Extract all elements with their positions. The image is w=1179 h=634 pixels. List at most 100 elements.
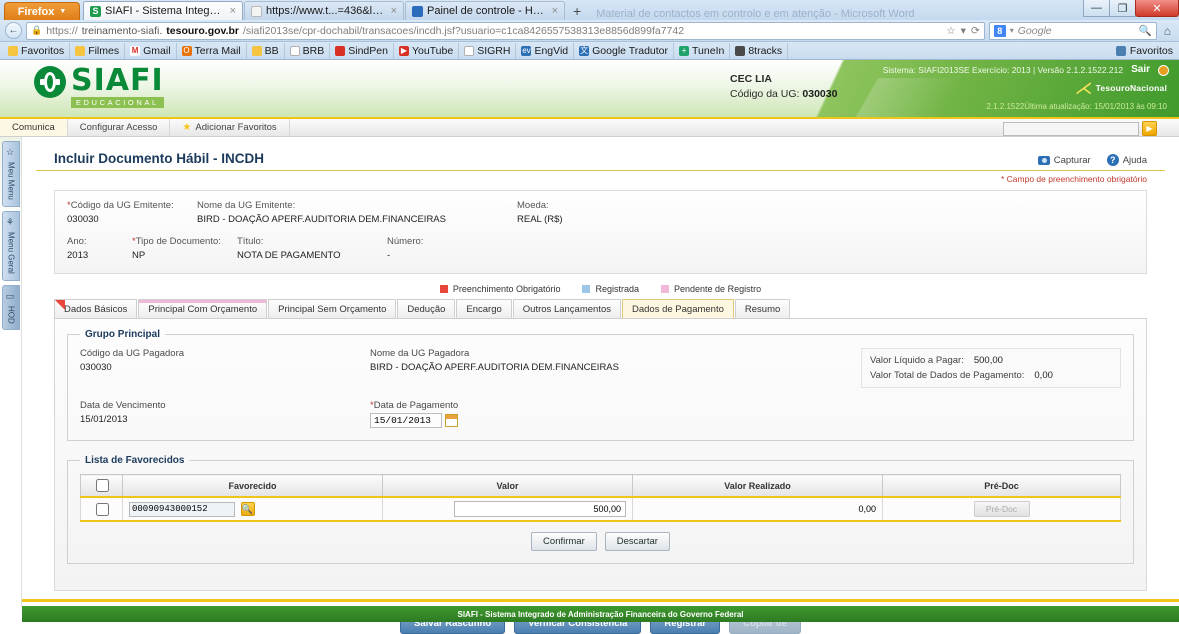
browser-tab-2[interactable]: Painel de controle - HOD 10 × [405, 1, 565, 20]
data-pagamento-input[interactable] [370, 413, 442, 428]
close-button[interactable]: ✕ [1135, 0, 1179, 17]
search-placeholder: Google [1017, 24, 1052, 37]
footer-divider [22, 599, 1179, 602]
rail-tab-menu-geral[interactable]: ⚘ Menu Geral [2, 210, 20, 281]
power-icon[interactable] [1158, 65, 1169, 76]
bookmarks-bar: Favoritos Filmes M Gmail O Terra Mail BB B… [0, 42, 1179, 60]
tab-principal-com-orcamento[interactable]: Principal Com Orçamento [138, 299, 268, 318]
nav-tab-comunica[interactable]: Comunica [0, 119, 68, 136]
home-icon[interactable]: ⌂ [1161, 24, 1174, 38]
bookmark-brb[interactable]: BRB [285, 42, 331, 59]
bookmark-youtube[interactable]: ▶ YouTube [394, 42, 460, 59]
bookmark-sigrh[interactable]: SIGRH [459, 42, 517, 59]
nav-tab-adicionar-favoritos[interactable]: ★ Adicionar Favoritos [170, 119, 290, 136]
descartar-button[interactable]: Descartar [604, 532, 670, 551]
favorecidos-button-row: Confirmar Descartar [80, 532, 1121, 551]
data-pagamento-input-group[interactable] [370, 413, 458, 428]
cell-pre-doc: Pré-Doc [882, 496, 1121, 522]
tab-principal-sem-orcamento[interactable]: Principal Sem Orçamento [268, 299, 397, 318]
address-bar[interactable]: 🔒 https://treinamento-siafi. tesouro.gov.… [26, 21, 985, 40]
calendar-icon[interactable] [445, 414, 458, 427]
nav-tab-label: Adicionar Favoritos [195, 122, 277, 133]
field-numero: Número: - [387, 236, 423, 261]
total-label: Valor Total de Dados de Pagamento: [870, 370, 1025, 381]
valor-input[interactable] [454, 501, 626, 517]
chevron-down-icon[interactable]: ▾ [961, 25, 966, 37]
column-favorecido: Favorecido [122, 474, 383, 498]
browser-tab-1[interactable]: https://www.t...=436&lang=pt × [244, 1, 404, 20]
maximize-button[interactable]: ❐ [1109, 0, 1136, 17]
bookmark-star-icon[interactable]: ☆ [946, 25, 955, 37]
left-rail: ☆ Meu Menu ⚘ Menu Geral ▭ HOD [0, 137, 22, 607]
field-label: Código da UG Pagadora [80, 348, 185, 359]
browser-tab-label: https://www.t...=436&lang=pt [266, 5, 385, 17]
bookmark-terra-mail[interactable]: O Terra Mail [177, 42, 247, 59]
table-header-row: Favorecido Valor Valor Realizado Pré-Doc [80, 474, 1121, 498]
bookmark-tunein[interactable]: + TuneIn [674, 42, 731, 59]
bookmark-google-tradutor[interactable]: 文 Google Tradutor [574, 42, 675, 59]
column-valor: Valor [382, 474, 633, 498]
blank-page-icon [464, 45, 475, 56]
magnifier-icon[interactable]: 🔍 [240, 502, 255, 516]
siafi-search-input[interactable] [1003, 121, 1139, 136]
nav-tab-configurar-acesso[interactable]: Configurar Acesso [68, 119, 171, 136]
siafi-icon: S [90, 5, 101, 17]
search-icon[interactable]: 🔍 [1139, 24, 1152, 37]
bookmark-label: Gmail [143, 44, 171, 57]
total-value: 500,00 [973, 355, 1003, 366]
legend-color-swatch [439, 285, 448, 293]
tab-outros-lancamentos[interactable]: Outros Lançamentos [512, 299, 621, 318]
legend-item-pendente: Pendente de Registro [661, 284, 761, 294]
legend-label: Pendente de Registro [674, 284, 762, 294]
favorecido-input[interactable] [129, 501, 235, 517]
browser-tab-0[interactable]: S SIAFI - Sistema Integrado de ... × [83, 1, 243, 20]
favorecidos-table: Favorecido Valor Valor Realizado Pré-Doc [80, 474, 1121, 522]
reload-icon[interactable]: ⟳ [971, 25, 980, 37]
siafi-logo[interactable]: SIAFI EDUCACIONAL [34, 66, 164, 108]
folder-icon [75, 45, 86, 56]
close-icon[interactable]: × [230, 5, 236, 17]
blank-page-icon [251, 5, 262, 17]
tab-encargo[interactable]: Encargo [456, 299, 512, 318]
pre-doc-button[interactable]: Pré-Doc [973, 501, 1030, 517]
firefox-menu-button[interactable]: Firefox ▼ [4, 2, 80, 20]
tree-icon: ⚘ [6, 217, 16, 228]
bookmark-favoritos[interactable]: Favoritos [3, 42, 71, 59]
bookmark-filmes[interactable]: Filmes [70, 42, 126, 59]
search-bar[interactable]: 8 ▾ Google 🔍 [988, 21, 1157, 40]
close-icon[interactable]: × [391, 5, 397, 17]
row-checkbox[interactable] [95, 502, 109, 516]
background-window-title: Material de contactos em controlo e em a… [596, 8, 915, 20]
back-button[interactable]: ← [5, 22, 22, 39]
bookmark-sindpen[interactable]: SindPen [330, 42, 394, 59]
bookmark-engvid[interactable]: ev EngVid [516, 42, 575, 59]
tab-deducao[interactable]: Dedução [397, 299, 456, 318]
capturar-button[interactable]: Capturar [1037, 155, 1091, 166]
tab-dados-basicos[interactable]: Dados Básicos [54, 299, 138, 318]
rail-tab-hod[interactable]: ▭ HOD [2, 284, 20, 331]
field-label: Data de Vencimento [80, 400, 166, 411]
rail-tab-meu-menu[interactable]: ☆ Meu Menu [2, 141, 20, 207]
confirmar-button[interactable]: Confirmar [531, 532, 597, 551]
bookmark-gmail[interactable]: M Gmail [125, 42, 177, 59]
legend-label: Registrada [595, 284, 640, 294]
minimize-button[interactable]: — [1083, 0, 1110, 17]
bookmark-bb[interactable]: BB [247, 42, 285, 59]
field-value: - [387, 250, 391, 261]
chevron-down-icon[interactable]: ▾ [1010, 26, 1014, 35]
new-tab-button[interactable]: + [566, 3, 588, 20]
tab-dados-de-pagamento[interactable]: Dados de Pagamento [621, 299, 734, 318]
logout-button[interactable]: Sair [1131, 64, 1150, 75]
field-nome-ug-emitente: Nome da UG Emitente: BIRD - DOAÇÃO APERF… [197, 200, 517, 225]
field-moeda: Moeda: REAL (R$) [517, 200, 563, 225]
bookmark-8tracks[interactable]: 8tracks [730, 42, 789, 59]
tab-resumo[interactable]: Resumo [734, 299, 791, 318]
star-outline-icon: ☆ [6, 148, 16, 158]
bookmarks-overflow[interactable]: Favoritos [1111, 43, 1179, 59]
siafi-search-go-button[interactable]: ▶ [1142, 121, 1157, 136]
siafi-page: SIAFI EDUCACIONAL CEC LIA Código da UG: … [0, 60, 1179, 634]
ajuda-button[interactable]: ? Ajuda [1106, 154, 1147, 166]
grupo-principal-row-1: Código da UG Pagadora 030030 Nome da UG … [80, 348, 1121, 388]
select-all-checkbox[interactable] [95, 479, 109, 492]
close-icon[interactable]: × [552, 5, 558, 17]
